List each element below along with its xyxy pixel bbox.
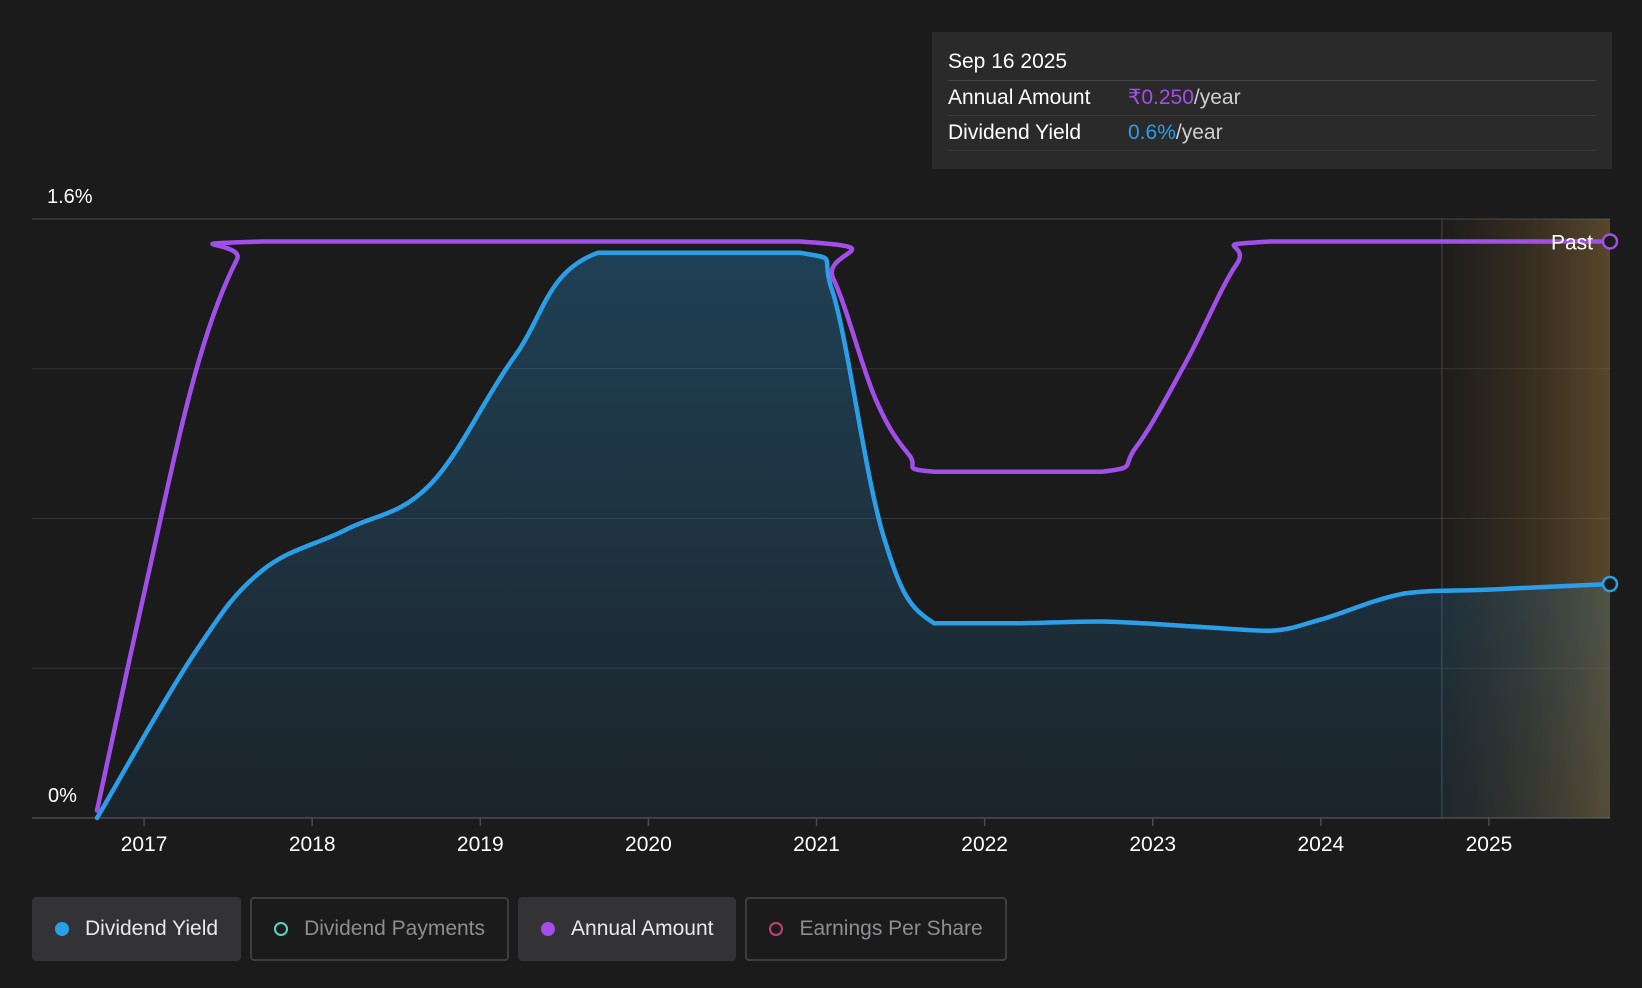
tooltip-label: Dividend Yield <box>948 121 1082 144</box>
tooltip-unit: /year <box>1193 86 1241 109</box>
chart-legend: Dividend Yield Dividend Payments Annual … <box>32 897 1007 961</box>
legend-label: Earnings Per Share <box>799 917 983 940</box>
circle-outline-icon <box>769 922 784 936</box>
legend-annual-amount-button[interactable]: Annual Amount <box>518 897 737 961</box>
tooltip-label: Annual Amount <box>948 86 1091 109</box>
x-tick-label: 2021 <box>793 833 840 856</box>
tooltip-value: 0.6% <box>1128 121 1176 144</box>
legend-label: Dividend Payments <box>304 917 486 940</box>
legend-earnings-per-share-button[interactable]: Earnings Per Share <box>745 897 1007 961</box>
annual-amount-end-marker <box>1601 233 1619 250</box>
hover-tooltip: Sep 16 2025 Annual Amount ₹0.250/year Di… <box>932 32 1612 169</box>
tooltip-unit: /year <box>1175 121 1223 144</box>
dividend-yield-end-marker <box>1601 575 1619 593</box>
x-tick-label: 2022 <box>961 833 1008 856</box>
x-tick-label: 2023 <box>1129 833 1176 856</box>
past-label: Past <box>1551 231 1593 254</box>
x-tick-label: 2024 <box>1297 833 1344 856</box>
tooltip-date: Sep 16 2025 <box>948 46 1596 81</box>
y-tick-label: 1.6% <box>47 186 93 208</box>
x-tick-label: 2019 <box>457 833 504 856</box>
x-tick-label: 2017 <box>121 833 168 856</box>
tooltip-row-dividend-yield: Dividend Yield 0.6%/year <box>948 116 1596 151</box>
circle-outline-icon <box>274 922 289 936</box>
legend-label: Dividend Yield <box>85 917 219 940</box>
legend-dividend-yield-button[interactable]: Dividend Yield <box>32 897 242 961</box>
tooltip-value: ₹0.250 <box>1128 86 1194 109</box>
circle-dot-icon <box>541 922 556 936</box>
tooltip-row-annual-amount: Annual Amount ₹0.250/year <box>948 81 1596 116</box>
x-tick-label: 2018 <box>289 833 336 856</box>
legend-dividend-payments-button[interactable]: Dividend Payments <box>250 897 510 961</box>
y-tick-label: 0% <box>48 785 77 807</box>
x-tick-label: 2020 <box>625 833 672 856</box>
x-tick-label: 2025 <box>1466 833 1513 856</box>
circle-dot-icon <box>55 922 69 936</box>
legend-label: Annual Amount <box>571 917 714 940</box>
